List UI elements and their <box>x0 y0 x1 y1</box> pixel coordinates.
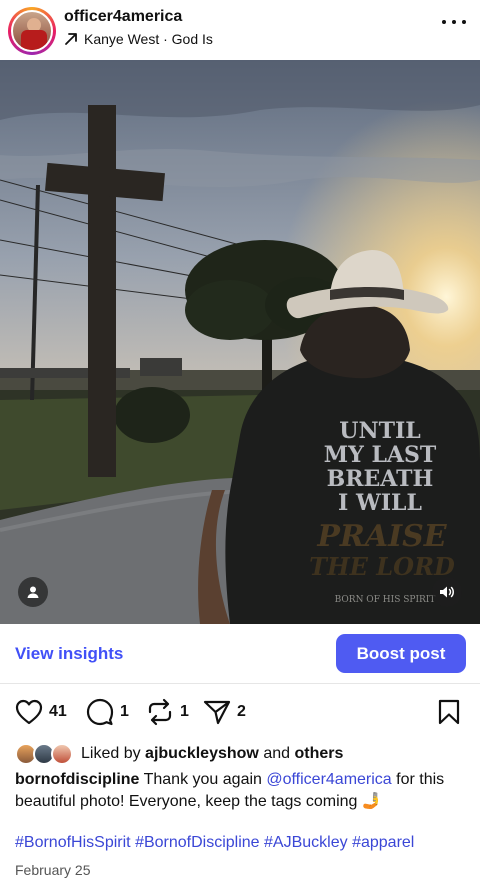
caption-text-1: Thank you again <box>143 771 262 788</box>
heart-icon <box>15 699 43 725</box>
liker-avatars <box>15 742 77 766</box>
repost-icon <box>148 698 172 726</box>
shirt-line-3: BREATH <box>327 466 434 492</box>
liked-by-others[interactable]: others <box>294 745 343 763</box>
tagged-people-button[interactable] <box>18 577 48 607</box>
boost-post-button[interactable]: Boost post <box>336 634 466 673</box>
sound-toggle-button[interactable] <box>432 577 462 607</box>
comment-count: 1 <box>120 703 129 720</box>
like-button[interactable]: 41 <box>15 696 67 728</box>
more-options-icon[interactable] <box>442 20 466 28</box>
post-date: February 25 <box>15 862 91 878</box>
hashtags: #BornofHisSpirit #BornofDiscipline #AJBu… <box>15 834 475 852</box>
hashtag[interactable]: #BornofDiscipline <box>135 834 260 851</box>
repost-count: 1 <box>180 703 189 720</box>
selfie-emoji: 🤳 <box>361 793 382 810</box>
save-button[interactable] <box>437 696 461 728</box>
caption: bornofdiscipline Thank you again @office… <box>15 769 470 813</box>
shirt-brand: BORN OF HIS SPIRIT <box>335 595 436 605</box>
liked-by-user[interactable]: ajbuckleyshow <box>145 745 259 763</box>
shirt-line-2: MY LAST <box>324 442 437 468</box>
repost-button[interactable]: 1 <box>146 696 189 728</box>
insights-bar: View insights Boost post <box>0 624 480 684</box>
liker-avatar <box>51 743 73 765</box>
view-insights-link[interactable]: View insights <box>15 644 123 664</box>
bookmark-icon <box>438 699 460 725</box>
shirt-line-1: UNTIL <box>339 418 420 444</box>
caption-author[interactable]: bornofdiscipline <box>15 771 139 788</box>
liked-by-and: and <box>263 745 291 762</box>
music-attribution[interactable]: Kanye West · God Is <box>64 31 213 47</box>
person-icon <box>27 586 39 598</box>
liked-by-row[interactable]: Liked by ajbuckleyshow and others <box>15 742 343 766</box>
speaker-icon <box>440 586 454 598</box>
hashtag[interactable]: #apparel <box>352 834 414 851</box>
shirt-line-4: I WILL <box>338 490 422 516</box>
photo-scene: UNTIL MY LAST BREATH I WILL PRAISE THE L… <box>0 60 480 624</box>
username[interactable]: officer4america <box>64 8 182 26</box>
avatar[interactable] <box>11 10 53 52</box>
hashtag[interactable]: #BornofHisSpirit <box>15 834 131 851</box>
post-photo[interactable]: UNTIL MY LAST BREATH I WILL PRAISE THE L… <box>0 60 480 624</box>
caption-mention[interactable]: @officer4america <box>266 771 391 788</box>
story-ring[interactable] <box>8 7 56 55</box>
share-button[interactable]: 2 <box>203 696 246 728</box>
send-icon <box>203 700 231 725</box>
liked-by-prefix: Liked by <box>81 745 141 762</box>
comment-icon <box>86 698 114 726</box>
comment-button[interactable]: 1 <box>86 696 129 728</box>
arrow-up-right-icon <box>65 33 77 45</box>
like-count: 41 <box>49 703 67 720</box>
shirt-praise: PRAISE <box>316 519 447 554</box>
share-count: 2 <box>237 703 246 720</box>
music-label: Kanye West · God Is <box>84 31 213 47</box>
avatar-shirt <box>21 30 47 50</box>
post-header: officer4america Kanye West · God Is <box>0 0 480 60</box>
shirt-lord: THE LORD <box>309 552 455 581</box>
action-row: 41 1 1 2 <box>0 696 480 732</box>
hashtag[interactable]: #AJBuckley <box>264 834 348 851</box>
